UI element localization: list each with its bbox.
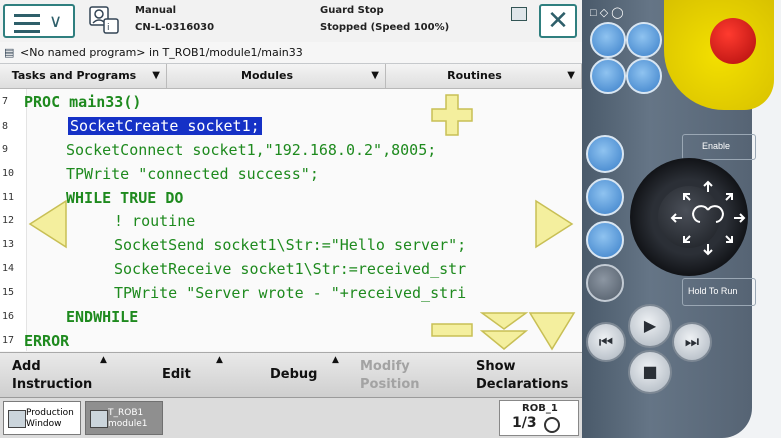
quickset-button[interactable]: ROB_1 1/3 [499,400,579,436]
pendant-key-icon: □ ◇ ◯ [590,7,624,19]
toggle-motion-mode-key[interactable] [586,178,624,216]
code-line[interactable]: SocketSend socket1\Str:="Hello server"; [114,236,466,254]
line-number: 10 [2,168,15,179]
program-editor-icon [90,410,108,428]
program-path-bar: ▤ <No named program> in T_ROB1/module1/m… [0,42,582,64]
code-line[interactable]: ! routine [114,212,195,230]
line-number: 8 [2,121,9,132]
code-line[interactable]: ENDWHILE [66,308,138,326]
scroll-down-arrow-icon[interactable] [528,311,576,351]
menu-up-arrow-icon: ▲ [100,355,107,365]
program-editor-icon: ▤ [4,46,15,59]
zoom-out-minus-icon[interactable] [430,321,474,341]
taskbar: Production Window T_ROB1 module1 ROB_1 1/3 [0,397,582,438]
line-number: 12 [2,215,15,226]
editor-command-bar: ▲ Add Instruction ▲ Edit ▲ Debug Modify … [0,352,582,397]
emergency-stop-button[interactable] [710,18,756,64]
code-line-selected[interactable]: SocketCreate socket1; [68,117,262,135]
window-icon [511,7,527,21]
programmable-key-4[interactable] [626,58,662,94]
programmable-key-3[interactable] [590,58,626,94]
dropdown-arrow-icon: ▼ [371,70,379,81]
code-line[interactable]: TPWrite "connected success"; [66,165,319,183]
code-line[interactable]: WHILE TRUE DO [66,189,183,207]
program-path: <No named program> in T_ROB1/module1/mai… [20,46,303,59]
controller-name: CN-L-0316030 [135,22,215,33]
start-button[interactable]: ▶ [628,304,672,348]
scroll-page-down-icon[interactable] [480,311,528,351]
code-line[interactable]: SocketConnect socket1,"192.168.0.2",8005… [66,141,436,159]
joystick-direction-arrows-icon [670,180,746,256]
code-line[interactable]: PROC main33() [24,93,141,111]
flexpendant-hardware: □ ◇ ◯ Enable Hold To Run ▶ ⏮ ⏭ ■ [582,0,781,438]
increment-key[interactable] [586,264,624,302]
select-mechanical-unit-key[interactable] [586,135,624,173]
tab-routines[interactable]: Routines ▼ [386,64,582,88]
svg-text:i: i [107,23,110,33]
close-icon: ✕ [547,6,569,36]
code-line[interactable]: TPWrite "Server wrote - "+received_stri [114,284,466,302]
production-window-icon [8,410,26,428]
tab-tasks-and-programs[interactable]: Tasks and Programs ▼ [0,64,167,88]
hold-to-run-label: Hold To Run [688,286,738,296]
add-instruction-button[interactable]: ▲ Add Instruction [0,353,116,397]
step-backward-button[interactable]: ⏮ [586,322,626,362]
programmable-key-2[interactable] [626,22,662,58]
scroll-right-arrow-icon[interactable] [534,199,574,249]
line-number: 17 [2,335,15,346]
programmable-key-1[interactable] [590,22,626,58]
code-editor[interactable]: 7 8 9 10 11 12 13 14 15 16 17 PROC main3… [0,89,582,351]
line-number: 14 [2,263,15,274]
line-number: 11 [2,192,15,203]
speed-icon [544,417,560,433]
step-forward-icon: ⏭ [684,332,700,351]
line-number: 13 [2,239,15,250]
status-bar: ∨ i Manual CN-L-0316030 Guard Stop Stopp… [0,0,582,43]
line-number: 7 [2,96,9,107]
line-number: 15 [2,287,15,298]
code-line[interactable]: SocketReceive socket1\Str:=received_str [114,260,466,278]
unit-count: 1/3 [512,415,537,431]
close-button[interactable]: ✕ [539,4,577,38]
stop-button[interactable]: ■ [628,350,672,394]
step-forward-button[interactable]: ⏭ [672,322,712,362]
enable-label: Enable [702,141,731,151]
mechanical-unit: ROB_1 [522,403,558,414]
taskbar-program-editor[interactable]: T_ROB1 module1 [85,401,163,435]
program-state: Stopped (Speed 100%) [320,22,450,33]
line-number: 9 [2,144,9,155]
code-line[interactable]: ERROR [24,332,69,350]
debug-menu-button[interactable]: ▲ Debug [232,353,348,397]
show-declarations-button[interactable]: Show Declarations [464,353,582,397]
operating-mode: Manual [135,5,177,16]
stop-icon: ■ [642,362,658,381]
zoom-in-plus-icon[interactable] [430,93,474,137]
operator-window-icon[interactable]: i [88,5,122,37]
play-icon: ▶ [643,316,657,335]
line-number: 16 [2,311,15,322]
tab-modules[interactable]: Modules ▼ [167,64,386,88]
hamburger-icon [14,14,40,38]
step-back-icon: ⏮ [598,332,614,351]
dropdown-arrow-icon: ▼ [567,70,575,81]
dropdown-arrow-icon: ▼ [152,70,160,81]
abb-menu-button[interactable]: ∨ [3,4,75,38]
editor-tab-bar: Tasks and Programs ▼ Modules ▼ Routines … [0,64,582,89]
menu-up-arrow-icon: ▲ [332,355,339,365]
safety-state: Guard Stop [320,5,384,16]
menu-up-arrow-icon: ▲ [216,355,223,365]
flexpendant-screen: ∨ i Manual CN-L-0316030 Guard Stop Stopp… [0,0,582,438]
chevron-down-icon: ∨ [49,11,63,32]
edit-menu-button[interactable]: ▲ Edit [116,353,232,397]
scroll-left-arrow-icon[interactable] [28,199,68,249]
taskbar-production-window[interactable]: Production Window [3,401,81,435]
toggle-increment-key[interactable] [586,221,624,259]
modify-position-button[interactable]: Modify Position [348,353,464,397]
